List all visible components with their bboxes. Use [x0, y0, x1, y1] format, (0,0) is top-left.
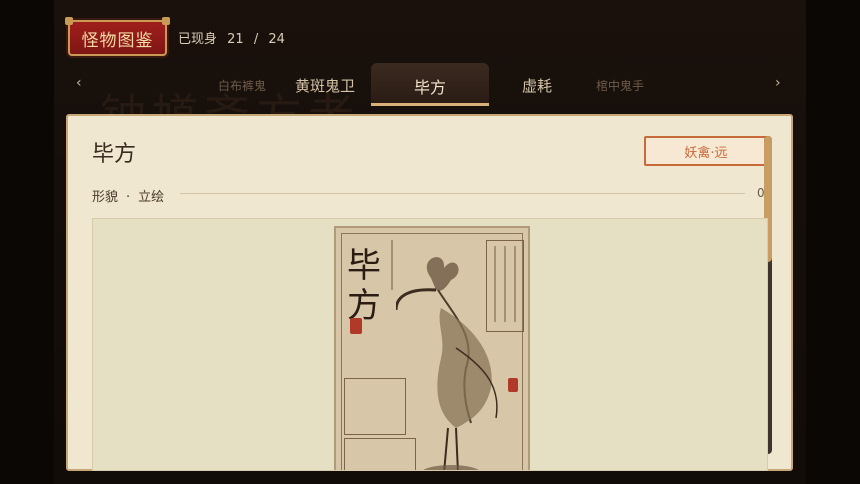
section-dot: · — [126, 190, 131, 205]
section-title: 形貌 — [92, 190, 119, 205]
found-label: 已现身 — [178, 32, 218, 47]
right-vignette — [806, 0, 860, 484]
bestiary-title: 怪物图鉴 — [81, 30, 154, 51]
seal-stamp-small — [508, 378, 518, 392]
prev-arrow-button[interactable]: ‹ — [76, 75, 82, 91]
tab-guanzhong-guishou[interactable]: 棺中鬼手 — [596, 77, 644, 94]
found-count: 21 — [227, 32, 244, 47]
tab-bifang[interactable]: 毕方 — [414, 74, 446, 98]
section-subtitle: 立绘 — [138, 190, 165, 205]
bestiary-badge: 怪物图鉴 — [65, 17, 170, 56]
found-sep: / — [253, 32, 259, 47]
bifang-bird-drawing — [396, 257, 498, 470]
monster-type-tag[interactable]: 妖禽·远 — [644, 136, 768, 166]
zoom-slider-track[interactable] — [180, 193, 745, 194]
found-total: 24 — [268, 32, 285, 47]
found-counter: 已现身 21 / 24 — [178, 28, 285, 47]
tab-baibu-kugui[interactable]: 白布裤鬼 — [218, 77, 266, 94]
text-column — [514, 246, 516, 322]
artwork-viewer[interactable]: 毕方 — [92, 218, 768, 471]
card-title: 毕方 — [347, 246, 381, 326]
monster-detail-panel: 毕方 妖禽·远 形貌 · 立绘 0 毕方 — [66, 114, 793, 471]
text-column — [391, 240, 393, 290]
seal-stamp — [350, 318, 362, 334]
left-vignette — [0, 0, 54, 484]
game-screen: 钟馗斋方老 怪物图鉴 已现身 21 / 24 ‹ 白布裤鬼 黄斑鬼卫 毕方 虚耗… — [0, 0, 860, 484]
section-header: 形貌 · 立绘 — [92, 186, 164, 205]
tab-huangban-guiwei[interactable]: 黄斑鬼卫 — [295, 75, 355, 96]
tab-xuhao[interactable]: 虚耗 — [522, 75, 552, 96]
monster-illustration: 毕方 — [334, 226, 530, 470]
monster-name: 毕方 — [92, 142, 137, 167]
next-arrow-button[interactable]: › — [775, 75, 781, 91]
